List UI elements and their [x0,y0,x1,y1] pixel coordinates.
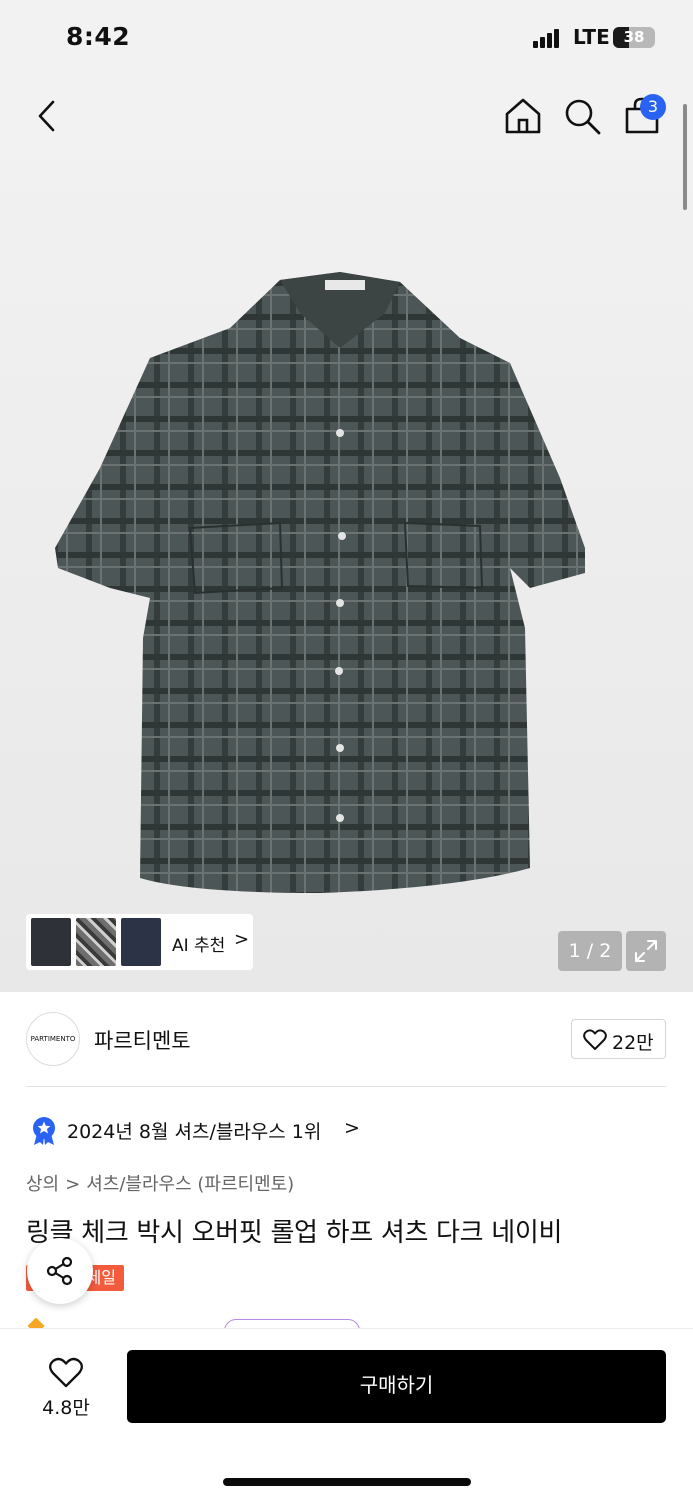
battery-icon: 38 [613,27,655,48]
signal-icon [533,29,559,48]
rating-row-partial [26,1318,366,1328]
image-pager: 1 / 2 [558,931,622,971]
wishlist-count: 4.8만 [42,1397,90,1419]
ai-recommend-label: AI 추천 [172,936,226,956]
expand-button[interactable] [626,931,666,971]
brand-name[interactable]: 파르티멘토 [94,1025,191,1055]
home-button[interactable] [499,92,547,140]
status-time: 8:42 [66,22,131,51]
chevron-left-icon [38,100,55,132]
bottom-action-bar: 4.8만 구매하기 [0,1328,693,1500]
brand-row[interactable]: PARTIMENTO 파르티멘토 22만 [0,992,693,1086]
recommend-thumbnail[interactable] [31,918,71,966]
ranking-text: 2024년 8월 셔츠/블라우스 1위 [67,1121,322,1143]
recommend-thumbnail[interactable] [121,918,161,966]
heart-icon [49,1357,83,1388]
breadcrumb: 상의 > 셔츠/블라우스 (파르티멘토) [26,1170,300,1196]
brand-like-button[interactable]: 22만 [571,1019,666,1059]
share-icon [46,1256,73,1286]
top-nav: 3 [0,78,693,158]
network-label: LTE [573,25,610,49]
status-bar: 8:42 LTE 38 [0,0,693,78]
search-button[interactable] [558,92,606,140]
product-image [55,272,585,893]
breadcrumb-item[interactable]: 상의 [26,1174,59,1195]
heart-icon [583,1029,607,1050]
brand-logo[interactable]: PARTIMENTO [26,1012,80,1066]
back-button[interactable] [24,92,72,140]
breadcrumb-item[interactable]: 셔츠/블라우스 (파르티멘토) [86,1174,294,1195]
recommend-thumbnail[interactable] [76,918,116,966]
chevron-right-icon: > [234,929,250,950]
buy-button[interactable]: 구매하기 [127,1350,666,1423]
product-title: 링클 체크 박시 오버핏 롤업 하프 셔츠 다크 네이비 [26,1218,563,1248]
ai-recommend-strip[interactable]: AI 추천 > [26,914,253,970]
home-icon [505,98,541,134]
chevron-right-icon: > [65,1174,81,1195]
product-image-gallery[interactable]: AI 추천 > 1 / 2 [0,158,693,992]
cart-count-badge: 3 [640,94,666,120]
home-indicator[interactable] [223,1478,471,1486]
chevron-right-icon: > [344,1117,360,1139]
brand-like-count: 22만 [612,1032,654,1054]
search-icon [565,99,601,135]
expand-icon [635,940,657,962]
battery-level: 38 [623,28,645,46]
share-button[interactable] [27,1238,93,1304]
star-icon [27,1318,45,1328]
ranking-badge-icon [33,1117,55,1145]
divider [26,1086,666,1087]
scroll-indicator[interactable] [683,104,687,210]
promo-pill[interactable] [224,1319,360,1328]
wishlist-button[interactable]: 4.8만 [36,1353,96,1423]
